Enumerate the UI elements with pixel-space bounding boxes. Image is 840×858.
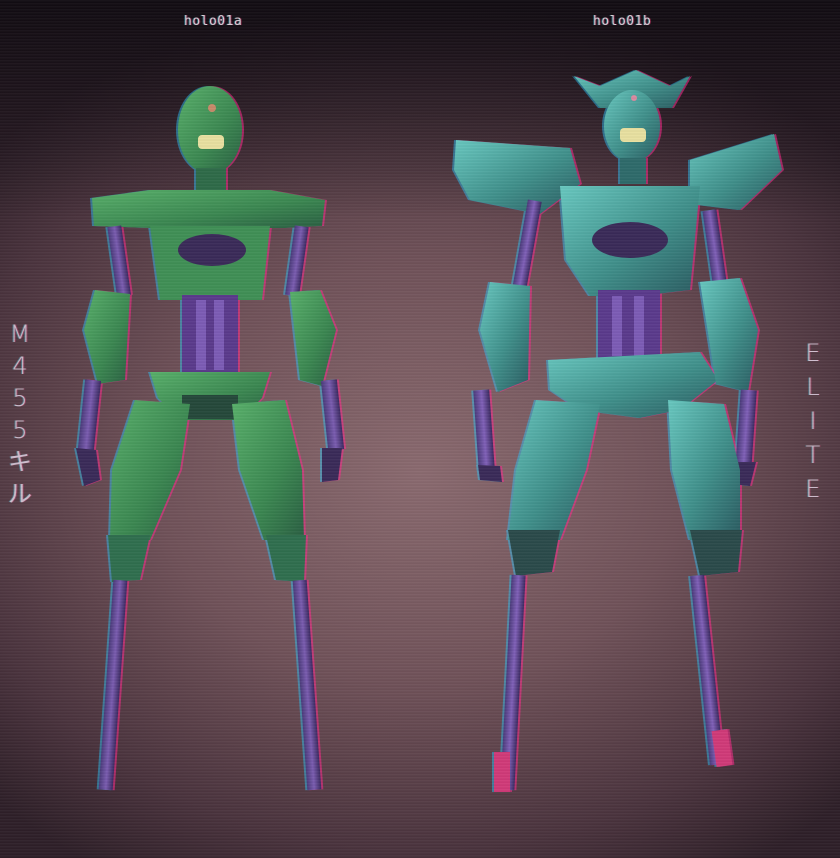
robot-holo01b-figure (454, 70, 782, 792)
side-char: T (805, 441, 821, 469)
model-label-holo01a: holo01a (184, 14, 243, 29)
model-label-holo01b: holo01b (593, 14, 652, 29)
side-text-right: E L I T E (797, 336, 829, 506)
side-char: 5 (12, 416, 28, 444)
side-char: 5 (12, 384, 28, 412)
side-char: 4 (12, 352, 28, 380)
side-text-left: M 4 5 5 キ ル (4, 318, 36, 510)
side-char: キ (8, 448, 32, 476)
side-char: E (805, 475, 821, 503)
side-char: E (805, 339, 821, 367)
hologram-display: holo01a holo01b M 4 5 5 キ ル E L I T E (0, 0, 840, 858)
side-char: M (9, 320, 31, 348)
side-char: I (809, 407, 817, 435)
side-char: ル (8, 480, 32, 508)
side-char: L (806, 373, 820, 401)
